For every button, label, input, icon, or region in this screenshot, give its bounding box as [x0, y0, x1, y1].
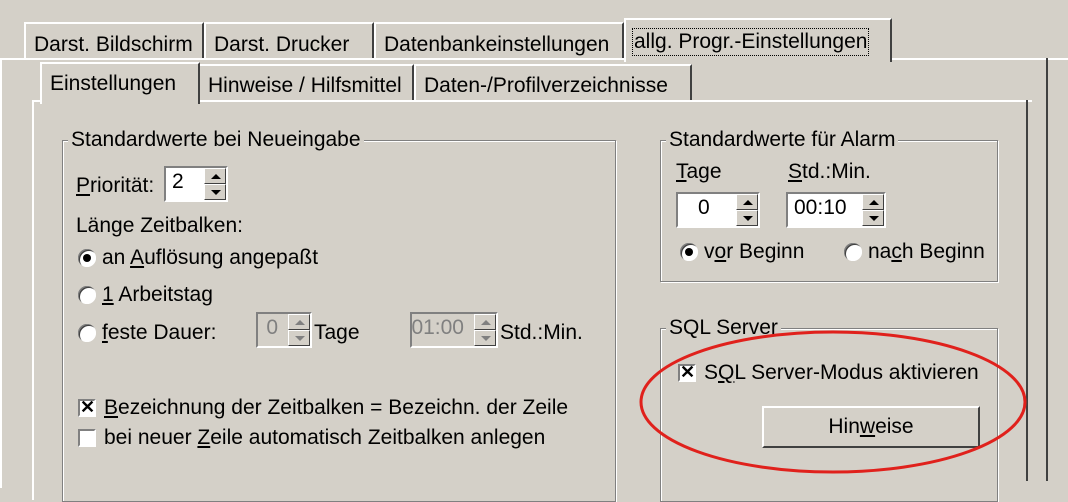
check-mark-icon: ✕ — [80, 397, 96, 417]
spin-up-icon[interactable] — [474, 314, 496, 330]
fixed-days-stepper[interactable]: 0 — [256, 312, 312, 348]
outer-panel-edge — [1046, 58, 1048, 481]
radio-after-start[interactable] — [844, 243, 862, 261]
spin-down-icon[interactable] — [288, 330, 310, 346]
alarm-days-stepper[interactable]: 0 — [676, 192, 760, 228]
alarm-days-label: Tage — [676, 160, 722, 183]
tab-allg-progr-einstellungen[interactable]: allg. Progr.-Einstellungen — [624, 18, 892, 62]
fixed-days-unit: Tage — [314, 321, 360, 344]
spin-down-icon[interactable] — [862, 210, 884, 226]
spin-down-icon[interactable] — [474, 330, 496, 346]
radio-resolution-label: an Auflösung angepaßt — [102, 246, 319, 269]
fixed-time-stepper[interactable]: 01:00 — [410, 312, 498, 348]
spin-up-icon[interactable] — [736, 194, 758, 210]
tab-einstellungen[interactable]: Einstellungen — [40, 62, 200, 104]
tab-datenbankeinstellungen[interactable]: Datenbankeinstellungen — [374, 22, 624, 60]
spin-down-icon[interactable] — [736, 210, 758, 226]
spin-up-icon[interactable] — [204, 168, 226, 184]
tab-label: allg. Progr.-Einstellungen — [631, 28, 870, 56]
radio-after-start-label: nach Beginn — [868, 240, 985, 263]
fixed-time-unit: Std.:Min. — [500, 321, 583, 344]
radio-fixed[interactable] — [78, 324, 96, 342]
alarm-time-stepper[interactable]: 00:10 — [786, 192, 886, 228]
radio-workday-label: 1 Arbeitstag — [102, 283, 213, 306]
auto-bar-checkbox-label: bei neuer Zeile automatisch Zeitbalken a… — [104, 426, 546, 449]
bar-length-label: Länge Zeitbalken: — [76, 214, 243, 237]
bar-name-checkbox-label: Bezeichnung der Zeitbalken = Bezeichn. d… — [104, 396, 569, 419]
bar-name-checkbox[interactable]: ✕ — [78, 397, 96, 417]
tab-label: Darst. Bildschirm — [34, 33, 193, 56]
sql-mode-checkbox-label: SQL Server-Modus aktivieren — [704, 361, 979, 384]
sql-group-title: SQL Server — [666, 316, 781, 340]
spin-up-icon[interactable] — [288, 314, 310, 330]
tab-label: Einstellungen — [50, 72, 177, 95]
hints-button[interactable]: Hinweise — [762, 406, 980, 448]
tab-darst-bildschirm[interactable]: Darst. Bildschirm — [24, 22, 204, 60]
alarm-time-value: 00:10 — [794, 196, 847, 219]
check-mark-icon: ✕ — [680, 362, 696, 382]
tab-hinweise-hilfsmittel[interactable]: Hinweise / Hilfsmittel — [198, 64, 414, 102]
radio-resolution[interactable] — [78, 249, 96, 267]
auto-bar-checkbox[interactable] — [78, 429, 96, 447]
tab-label: Daten-/Profilverzeichnisse — [424, 74, 668, 97]
tab-label: Darst. Drucker — [214, 33, 350, 56]
defaults-group-title: Standardwerte bei Neueingabe — [68, 128, 364, 152]
radio-before-start[interactable] — [680, 243, 698, 261]
fixed-time-value: 01:00 — [411, 316, 464, 339]
alarm-days-value: 0 — [698, 196, 710, 219]
sql-mode-checkbox[interactable]: ✕ — [678, 362, 696, 382]
spin-up-icon[interactable] — [862, 194, 884, 210]
priority-value: 2 — [172, 170, 184, 193]
tab-darst-drucker[interactable]: Darst. Drucker — [204, 22, 374, 60]
priority-label: Pfunction slice() { [native code] }riori… — [76, 174, 155, 197]
alarm-time-label: Std.:Min. — [788, 160, 871, 183]
tab-label: Datenbankeinstellungen — [384, 33, 610, 56]
alarm-group-title: Standardwerte für Alarm — [666, 128, 899, 152]
priority-stepper[interactable]: 2 — [164, 166, 228, 202]
tab-daten-profilverzeichnisse[interactable]: Daten-/Profilverzeichnisse — [414, 64, 692, 102]
radio-fixed-label: feste Dauer: — [102, 321, 217, 344]
radio-workday[interactable] — [78, 286, 96, 304]
spin-down-icon[interactable] — [204, 184, 226, 200]
tab-label: Hinweise / Hilfsmittel — [208, 74, 402, 97]
inner-panel-edge — [1026, 100, 1028, 481]
radio-before-start-label: vor Beginn — [704, 240, 805, 263]
fixed-days-value: 0 — [266, 316, 278, 339]
